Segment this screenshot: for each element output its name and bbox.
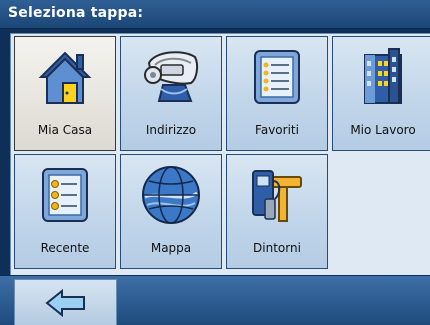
tile-label: Dintorni: [253, 241, 301, 255]
favorites-list-icon: [254, 50, 300, 104]
globe-map-icon: [142, 166, 200, 224]
tile-mia-casa[interactable]: Mia Casa: [14, 36, 116, 151]
tile-favoriti[interactable]: Favoriti: [226, 36, 328, 151]
tile-label: Mia Casa: [37, 123, 93, 137]
tile-label: Favoriti: [255, 123, 299, 137]
tile-mappa[interactable]: Mappa: [120, 154, 222, 269]
fuel-pump-icon: [252, 170, 302, 222]
back-arrow-icon: [45, 288, 85, 318]
tile-dintorni[interactable]: Dintorni: [226, 154, 328, 269]
tile-label: Indirizzo: [145, 123, 197, 137]
page-title: Seleziona tappa:: [8, 5, 144, 21]
recent-list-icon: [42, 168, 88, 222]
back-button[interactable]: [14, 279, 117, 325]
home-icon: [38, 51, 92, 104]
tile-label: Mappa: [150, 241, 192, 255]
tile-indirizzo[interactable]: Indirizzo: [120, 36, 222, 151]
address-roadsign-icon: [144, 51, 199, 102]
tile-mio-lavoro[interactable]: Mio Lavoro: [332, 36, 430, 151]
office-building-icon: [364, 48, 402, 104]
title-bar: Seleziona tappa:: [0, 0, 430, 29]
tile-label: Recente: [40, 241, 90, 255]
tile-label: Mio Lavoro: [350, 123, 416, 137]
tile-recente[interactable]: Recente: [14, 154, 116, 269]
